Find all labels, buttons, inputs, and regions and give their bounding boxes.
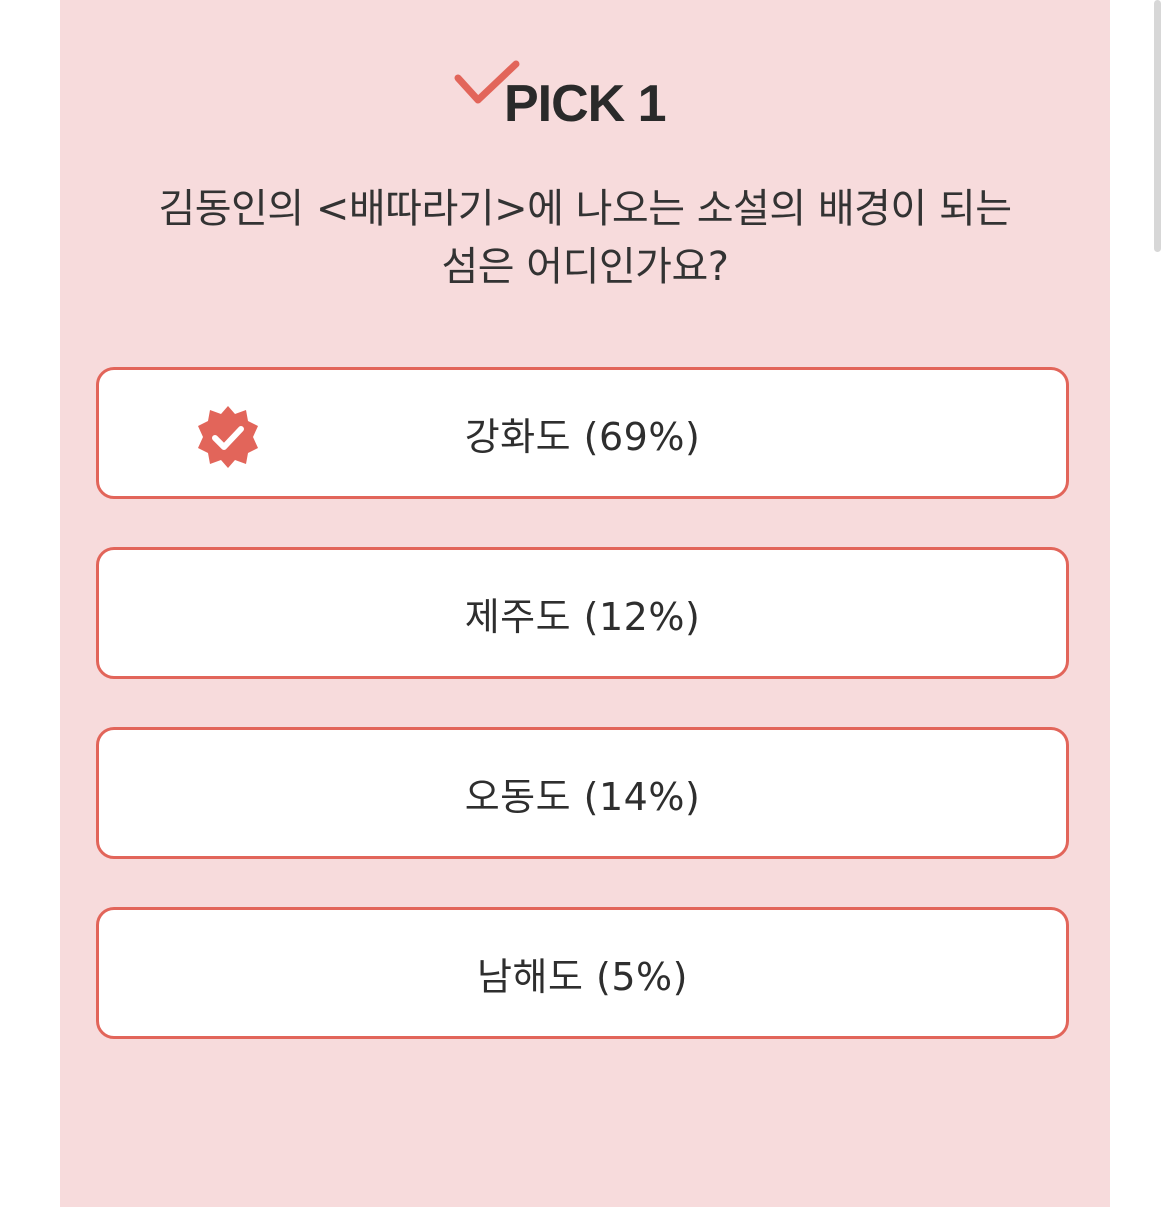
- pick-title: PICK 1: [504, 75, 667, 133]
- answer-option-label: 오동도 (14%): [464, 774, 701, 819]
- answer-option-label: 남해도 (5%): [477, 954, 688, 999]
- question-line-1: 김동인의 <배따라기>에 나오는 소설의 배경이 되는: [158, 186, 1012, 232]
- answer-option-label: 제주도 (12%): [464, 594, 701, 639]
- answer-option-1[interactable]: 강화도 (69%): [96, 367, 1069, 499]
- answer-option-4[interactable]: 남해도 (5%): [96, 907, 1069, 1039]
- answer-option-3[interactable]: 오동도 (14%): [96, 727, 1069, 859]
- answer-option-2[interactable]: 제주도 (12%): [96, 547, 1069, 679]
- question-text: 김동인의 <배따라기>에 나오는 소설의 배경이 되는 섬은 어디인가요?: [100, 180, 1070, 296]
- answer-option-label: 강화도 (69%): [464, 414, 701, 459]
- pick-header: PICK 1: [0, 52, 1170, 142]
- question-line-2: 섬은 어디인가요?: [441, 244, 729, 290]
- quiz-page: PICK 1 김동인의 <배따라기>에 나오는 소설의 배경이 되는 섬은 어디…: [0, 0, 1170, 1207]
